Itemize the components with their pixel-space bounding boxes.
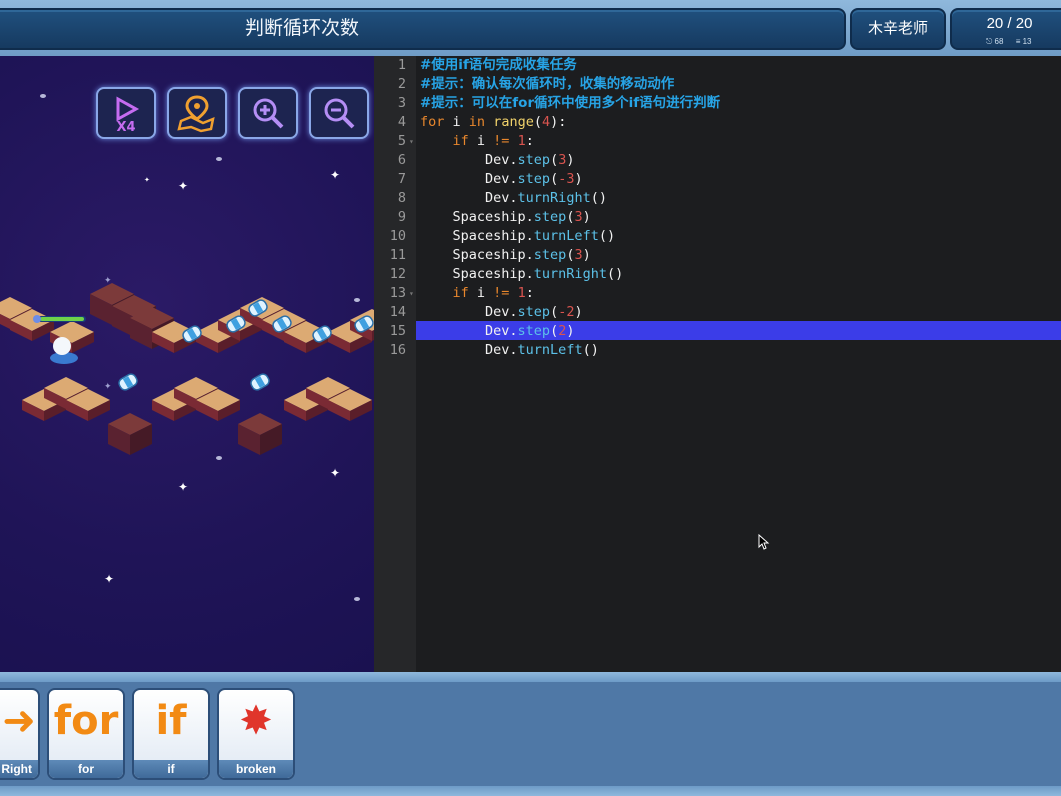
mouse-pointer-icon [758, 534, 770, 550]
line-number: 13 [389, 285, 406, 301]
map-pin-icon [177, 95, 215, 133]
code-text: Spaceship.turnLeft() [420, 228, 616, 244]
star-decoration: ✦ [178, 179, 189, 193]
code-text: if i != 1: [452, 133, 534, 149]
code-line[interactable]: 10 Spaceship.turnLeft() [374, 227, 1061, 246]
play-x4-icon: X4 [116, 96, 140, 133]
for-card[interactable]: for for [47, 688, 125, 780]
code-line[interactable]: 9 Spaceship.step(3) [374, 208, 1061, 227]
line-number: 5 [397, 133, 406, 149]
card-label: if [134, 760, 208, 778]
zoom-out-button[interactable] [309, 87, 369, 139]
space-dot [354, 597, 360, 601]
code-line[interactable]: 13 ▾ if i != 1: [374, 284, 1061, 303]
star-decoration: ✦ [178, 480, 189, 494]
for-icon: for [53, 698, 119, 744]
code-line[interactable]: 14 Dev.step(-2) [374, 303, 1061, 322]
code-line[interactable]: 7 Dev.step(-3) [374, 170, 1061, 189]
code-text: Dev.step(3) [420, 152, 575, 168]
stat-steps: ⎋ 68 [986, 37, 1004, 46]
line-number: 3 [397, 95, 406, 111]
top-bar: 判断循环次数 木辛老师 20 / 20 ⎋ 68 ≡ 13 [0, 0, 1061, 56]
fold-chevron-icon[interactable]: ▾ [409, 132, 414, 151]
code-text: for i in range(4): [420, 114, 567, 130]
line-number: 10 [389, 228, 406, 244]
code-line[interactable]: 4 for i in range(4): [374, 113, 1061, 132]
space-dot [216, 157, 222, 161]
fold-chevron-icon[interactable]: ▾ [409, 284, 414, 303]
palette-top-border [0, 672, 1061, 682]
line-number: 8 [397, 190, 406, 206]
zoom-in-button[interactable] [238, 87, 298, 139]
turn-right-card[interactable]: ➜ Right [0, 688, 40, 780]
if-icon: if [155, 698, 187, 744]
game-canvas[interactable]: X4 ✦ ✦ ✦ ✦ ✦ ✦ ✦ ✦ [0, 56, 374, 672]
code-editor[interactable]: 1 #使用if语句完成收集任务 2 #提示：确认每次循环时，收集的移动动作 3 … [374, 56, 1061, 672]
code-line[interactable]: 2 #提示：确认每次循环时，收集的移动动作 [374, 75, 1061, 94]
svg-text:X4: X4 [116, 120, 135, 133]
if-card[interactable]: if if [132, 688, 210, 780]
stat-lines: ≡ 13 [1015, 37, 1032, 46]
code-text: Spaceship.step(3) [420, 209, 591, 225]
line-number: 16 [389, 342, 406, 358]
line-number: 15 [389, 323, 406, 339]
progress-count: 20 / 20 [986, 15, 1033, 32]
code-text: if i != 1: [452, 285, 534, 301]
code-text: Dev.step(2) [420, 323, 575, 339]
palette-bottom-border [0, 786, 1061, 796]
line-number: 12 [389, 266, 406, 282]
zoom-out-icon [324, 98, 355, 129]
code-text: Spaceship.turnRight() [420, 266, 624, 282]
line-number: 7 [397, 171, 406, 187]
code-line[interactable]: 11 Spaceship.step(3) [374, 246, 1061, 265]
code-line[interactable]: 12 Spaceship.turnRight() [374, 265, 1061, 284]
arrow-right-icon: ➜ [2, 698, 36, 744]
line-number: 11 [389, 247, 406, 263]
code-text: Dev.turnRight() [420, 190, 607, 206]
burst-icon: ✸ [239, 698, 273, 744]
space-dot [40, 94, 46, 98]
line-number: 9 [397, 209, 406, 225]
code-text: Spaceship.step(3) [420, 247, 591, 263]
line-number: 2 [397, 76, 406, 92]
code-line[interactable]: 6 Dev.step(3) [374, 151, 1061, 170]
star-decoration: ✦ [330, 168, 341, 182]
code-text: #使用if语句完成收集任务 [420, 57, 577, 73]
line-number: 1 [397, 57, 406, 73]
level-title: 判断循环次数 [244, 18, 359, 39]
card-label: Right [0, 760, 38, 778]
code-line-active[interactable]: 15 Dev.step(2) [374, 322, 1061, 341]
line-number: 6 [397, 152, 406, 168]
code-line[interactable]: 3 #提示：可以在for循环中使用多个if语句进行判断 [374, 94, 1061, 113]
code-line[interactable]: 1 #使用if语句完成收集任务 [374, 56, 1061, 75]
progress-stats: ⎋ 68 ≡ 13 [986, 37, 1041, 47]
code-line[interactable]: 16 Dev.turnLeft() [374, 341, 1061, 360]
code-line[interactable]: 5 ▾ if i != 1: [374, 132, 1061, 151]
code-text: #提示：确认每次循环时，收集的移动动作 [420, 76, 675, 92]
code-text: #提示：可以在for循环中使用多个if语句进行判断 [420, 95, 721, 111]
code-text: Dev.step(-3) [420, 171, 583, 187]
level-title-box: 判断循环次数 [0, 8, 846, 50]
level-map [0, 283, 374, 455]
card-label: broken [219, 760, 293, 778]
progress-box[interactable]: 20 / 20 ⎋ 68 ≡ 13 [950, 8, 1061, 50]
line-number: 14 [389, 304, 406, 320]
code-line[interactable]: 8 Dev.turnRight() [374, 189, 1061, 208]
card-label: for [49, 760, 123, 778]
speed-x4-button[interactable]: X4 [96, 87, 156, 139]
zoom-in-icon [253, 98, 284, 129]
code-text: Dev.turnLeft() [420, 342, 599, 358]
code-text: Dev.step(-2) [420, 304, 583, 320]
map-button[interactable] [167, 87, 227, 139]
broken-card[interactable]: ✸ broken [217, 688, 295, 780]
star-decoration: ✦ [144, 177, 150, 184]
command-palette: ➜ Right for for if if ✸ broken [0, 672, 1061, 796]
line-number: 4 [397, 114, 406, 130]
teacher-button[interactable]: 木辛老师 [850, 8, 946, 50]
star-decoration: ✦ [104, 572, 115, 586]
